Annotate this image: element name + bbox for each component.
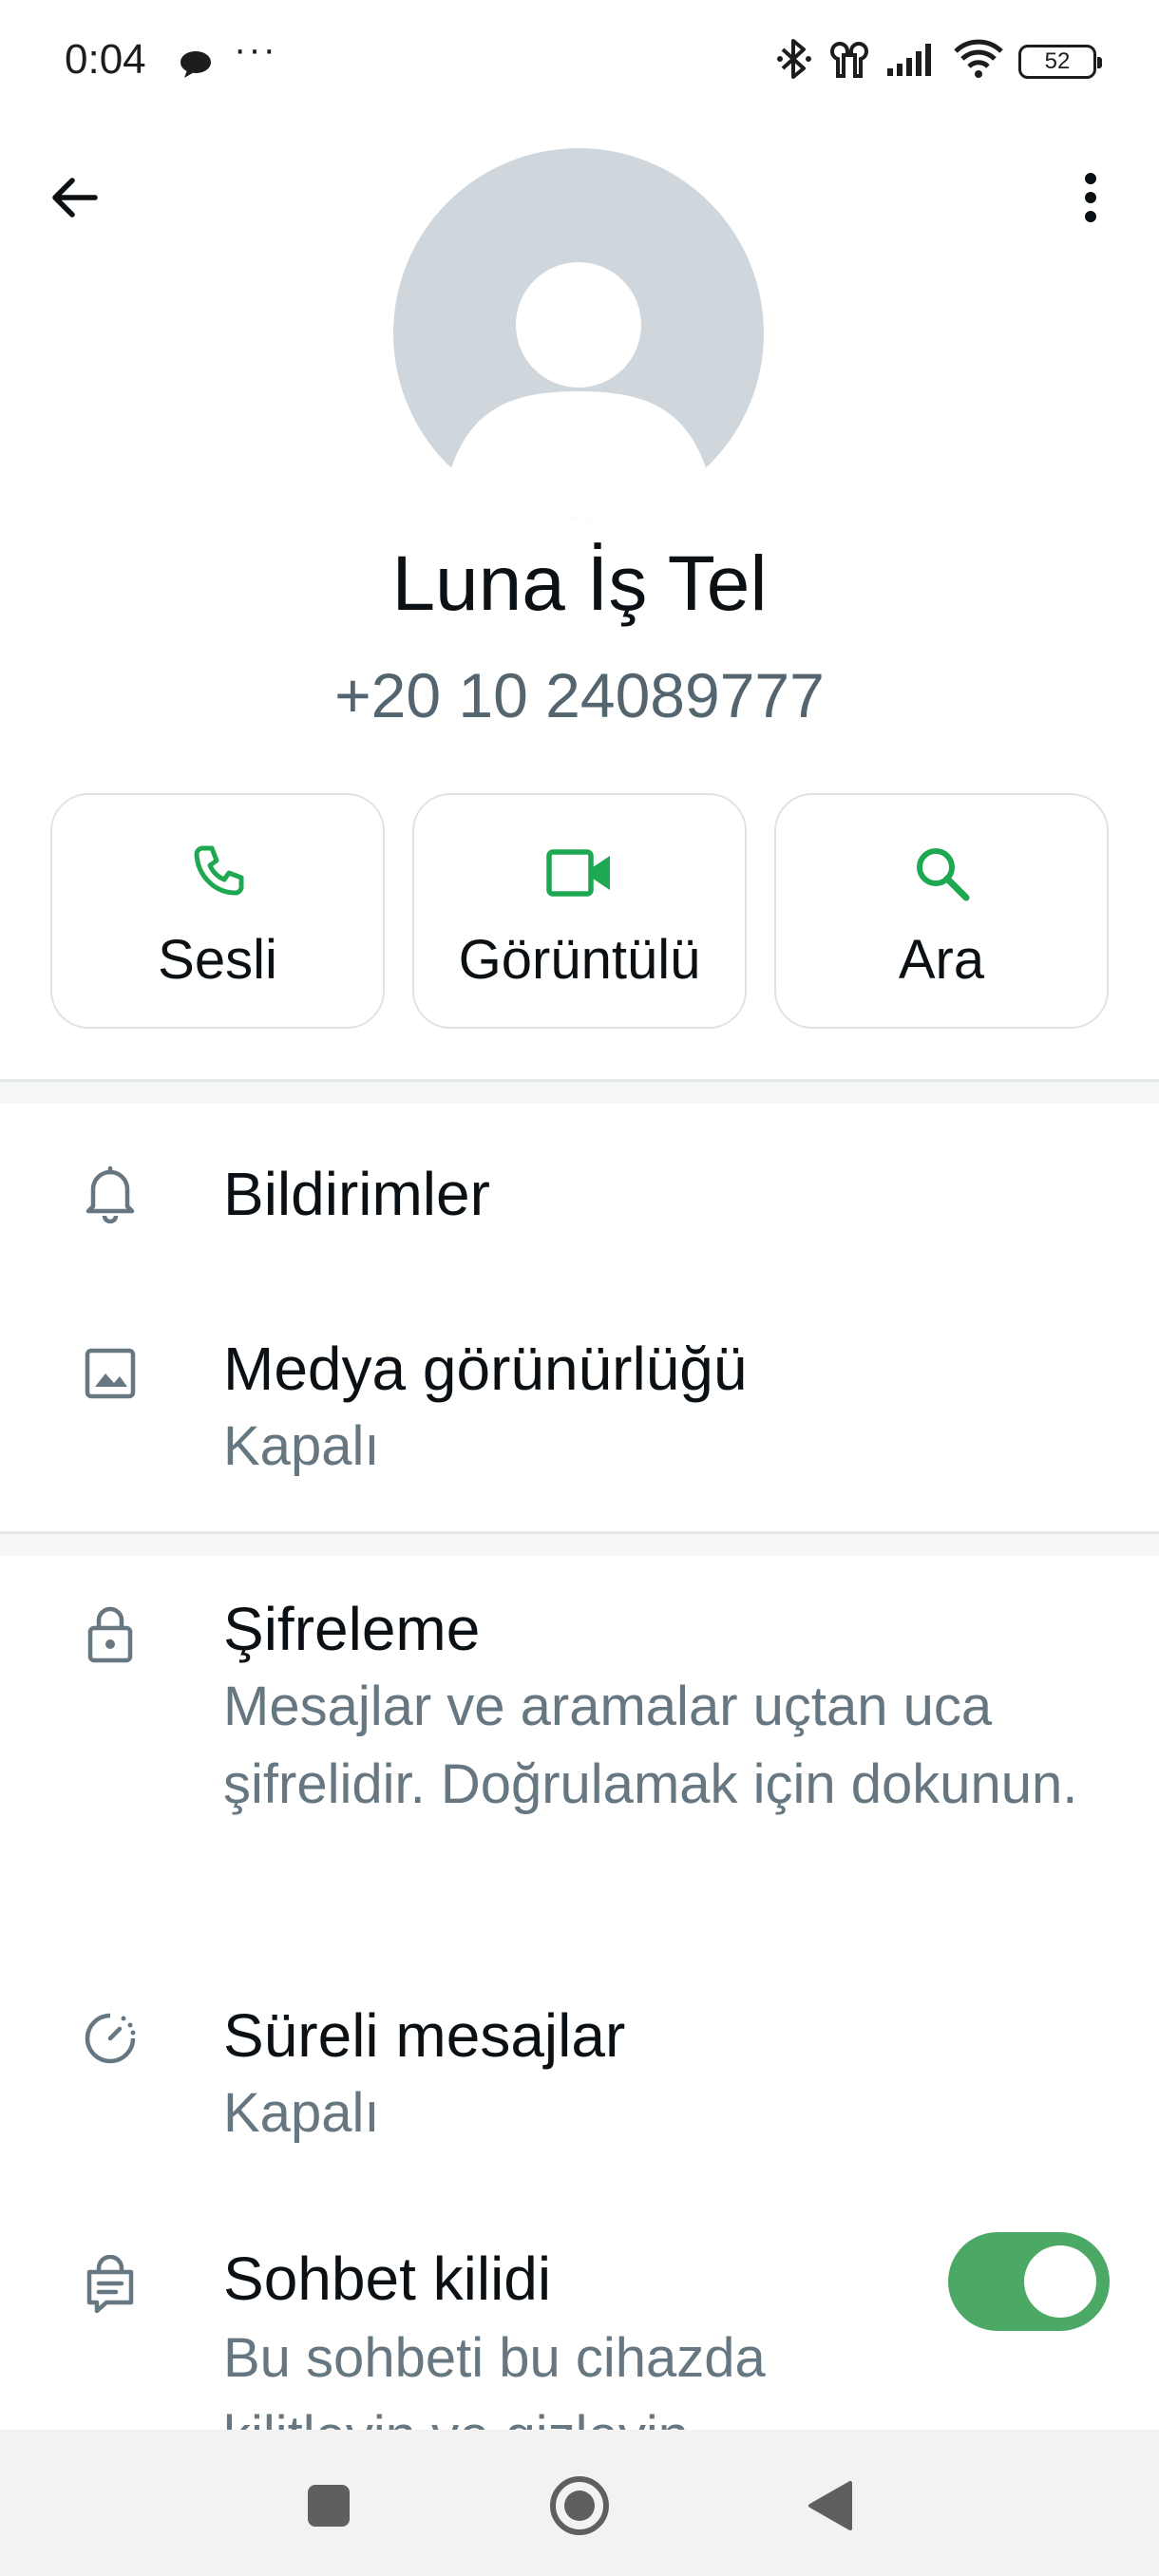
- media-visibility-row[interactable]: Medya görünürlüğü Kapalı: [0, 1284, 1159, 1508]
- earbuds-icon: [826, 38, 872, 85]
- contact-info-screen: 0:04 ··· 52 Luna İş Tel +20 10 24089777 …: [0, 0, 1159, 2576]
- section-divider: [0, 1531, 1159, 1556]
- media-visibility-value: Kapalı: [223, 1415, 380, 1477]
- battery-indicator: 52: [1018, 44, 1102, 79]
- encryption-description: Mesajlar ve aramalar uçtan uca şifrelidi…: [223, 1676, 1078, 1815]
- disappearing-messages-row[interactable]: Süreli mesajlar Kapalı: [0, 1957, 1159, 2181]
- chat-lock-icon: [78, 2253, 142, 2318]
- disappearing-messages-value: Kapalı: [223, 2082, 380, 2144]
- status-bar: 0:04 ··· 52: [0, 0, 1159, 125]
- more-vert-icon: [1085, 173, 1096, 222]
- search-button[interactable]: Ara: [774, 793, 1109, 1029]
- video-call-button[interactable]: Görüntülü: [412, 793, 747, 1029]
- disappearing-messages-title: Süreli mesajlar: [223, 2001, 626, 2070]
- phone-icon: [187, 839, 248, 907]
- status-icons: 52: [775, 38, 1102, 85]
- chat-lock-description: Bu sohbeti bu cihazda kilitleyin ve gizl…: [223, 2327, 766, 2430]
- image-icon: [78, 1341, 142, 1406]
- video-icon: [545, 839, 614, 907]
- default-avatar-icon: [448, 262, 709, 519]
- notifications-row[interactable]: Bildirimler: [0, 1104, 1159, 1284]
- chat-lock-title: Sohbet kilidi: [223, 2245, 552, 2313]
- bluetooth-icon: [775, 38, 813, 85]
- encryption-row[interactable]: Şifreleme Mesajlar ve aramalar uçtan uca…: [0, 1556, 1159, 1936]
- notifications-title: Bildirimler: [223, 1160, 490, 1228]
- bell-icon: [78, 1161, 142, 1225]
- chat-lock-toggle[interactable]: [948, 2232, 1110, 2331]
- circle-icon: [550, 2476, 609, 2535]
- system-nav-bar: [0, 2430, 1159, 2576]
- status-more-icon: ···: [234, 28, 277, 70]
- voice-call-label: Sesli: [158, 929, 277, 991]
- contact-name: Luna İş Tel: [391, 540, 768, 627]
- status-time: 0:04: [65, 36, 146, 83]
- contact-avatar[interactable]: [393, 148, 764, 519]
- recents-button[interactable]: [291, 2468, 367, 2544]
- square-icon: [308, 2485, 350, 2527]
- arrow-back-icon: [52, 178, 98, 218]
- home-button[interactable]: [542, 2468, 618, 2544]
- media-visibility-title: Medya görünürlüğü: [223, 1335, 748, 1403]
- lock-icon: [78, 1601, 142, 1666]
- triangle-back-icon: [808, 2481, 852, 2530]
- chat-notification-icon: [179, 49, 213, 85]
- voice-call-button[interactable]: Sesli: [50, 793, 385, 1029]
- search-label: Ara: [898, 929, 985, 991]
- search-icon: [911, 839, 972, 907]
- video-call-label: Görüntülü: [458, 929, 701, 991]
- wifi-icon: [952, 38, 1005, 85]
- toggle-knob: [1024, 2245, 1096, 2318]
- encryption-title: Şifreleme: [223, 1595, 481, 1663]
- timer-icon: [78, 2006, 142, 2071]
- signal-icon: [885, 40, 939, 83]
- more-options-button[interactable]: [1056, 163, 1125, 232]
- contact-phone: +20 10 24089777: [334, 660, 825, 730]
- back-button[interactable]: [40, 163, 108, 232]
- section-divider: [0, 1079, 1159, 1104]
- nav-back-button[interactable]: [792, 2468, 868, 2544]
